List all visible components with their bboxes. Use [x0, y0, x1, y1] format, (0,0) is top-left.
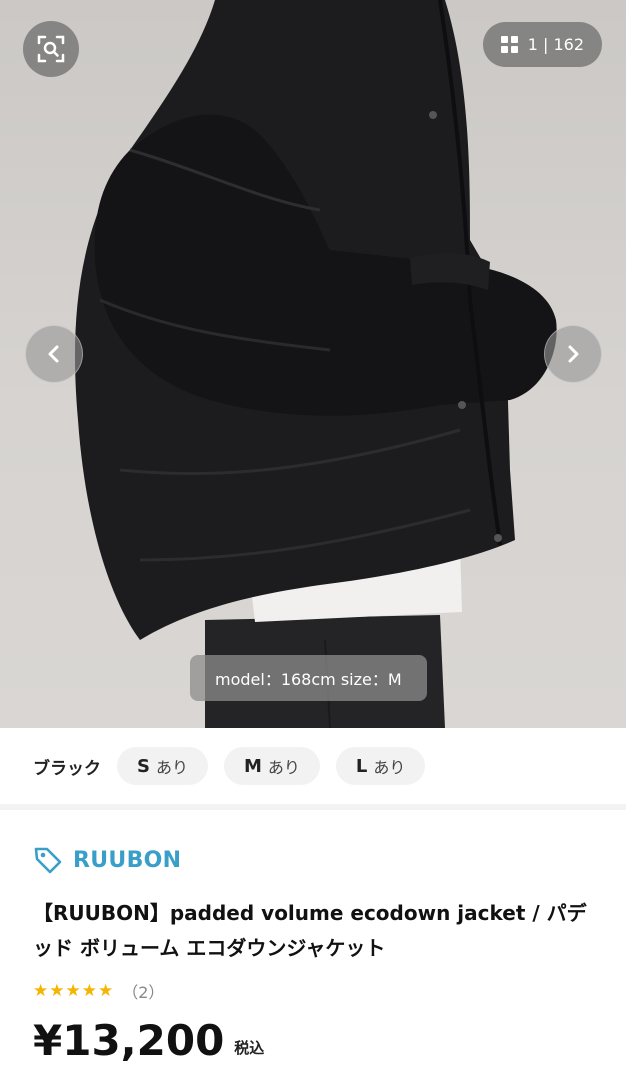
grid-icon — [500, 36, 518, 53]
tag-icon — [34, 847, 62, 874]
brand-link[interactable]: RUUBON — [33, 838, 626, 882]
product-photo — [74, 0, 557, 728]
gallery-counter-text: 1 | 162 — [527, 35, 584, 54]
gallery-grid-button[interactable]: 1 | 162 — [482, 22, 602, 67]
brand-name: RUUBON — [73, 847, 182, 873]
size-chip-m[interactable]: M あり — [223, 747, 320, 785]
variant-selector: ブラック S あり M あり L あり — [0, 728, 626, 810]
review-count: （2） — [122, 983, 165, 1002]
previous-image-button[interactable] — [25, 325, 83, 383]
rating-link[interactable]: ★★★★★ （2） — [33, 978, 626, 1004]
chevron-right-icon — [568, 345, 579, 363]
color-label: ブラック — [33, 758, 101, 779]
model-size-caption-text: model：168cm size：M — [215, 670, 402, 689]
image-search-icon — [37, 35, 65, 63]
product-info: RUUBON 【RUUBON】padded volume ecodown jac… — [0, 810, 626, 1064]
price-row: ¥13,200 税込 — [33, 1018, 626, 1064]
size-label: S — [137, 755, 150, 777]
size-label: M — [243, 755, 262, 777]
tax-label: 税込 — [234, 1039, 265, 1057]
stock-label: あり — [267, 758, 300, 777]
chevron-left-icon — [48, 345, 59, 363]
size-chip-l[interactable]: L あり — [335, 747, 426, 785]
stock-label: あり — [373, 758, 406, 777]
size-label: L — [355, 755, 368, 777]
star-rating-icon: ★★★★★ — [33, 981, 115, 1001]
stock-label: あり — [155, 758, 188, 777]
image-search-button[interactable] — [23, 21, 79, 77]
price: ¥13,200 — [33, 1016, 225, 1065]
next-image-button[interactable] — [544, 325, 602, 383]
product-image-gallery[interactable]: 1 | 162 model：168cm size：M — [0, 0, 626, 728]
size-chip-s[interactable]: S あり — [117, 747, 208, 785]
model-size-caption: model：168cm size：M — [190, 655, 427, 701]
product-title: 【RUUBON】padded volume ecodown jacket / パ… — [33, 901, 587, 960]
